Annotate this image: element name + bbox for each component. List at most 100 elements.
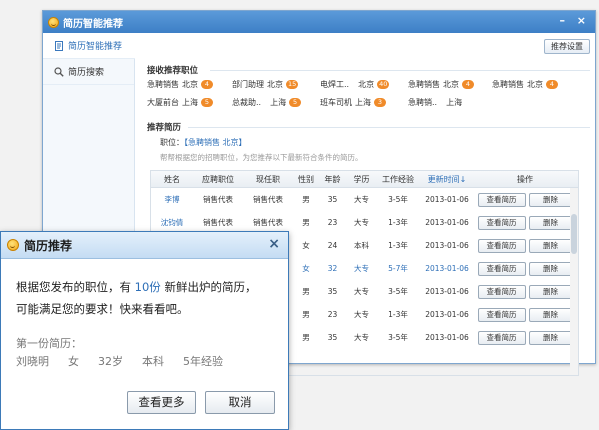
job-item[interactable]: 大厦前台 上海 5: [147, 97, 213, 108]
job-item[interactable]: 班车司机 上海 3: [320, 97, 386, 108]
view-resume-button[interactable]: 查看简历: [477, 330, 526, 345]
popup-close-button[interactable]: ×: [268, 236, 280, 252]
table-cell: 销售代表: [253, 218, 283, 227]
view-resume-button[interactable]: 查看简历: [477, 307, 526, 322]
table-cell: 24: [327, 241, 338, 250]
job-city: 北京: [527, 80, 543, 89]
job-city: 北京: [358, 80, 375, 89]
row-actions: 查看简历 删除: [475, 261, 575, 276]
delete-button[interactable]: 删除: [528, 307, 573, 322]
minimize-button[interactable]: –: [560, 14, 566, 27]
table-cell[interactable]: 沈钧倩: [151, 217, 193, 228]
view-resume-button[interactable]: 查看简历: [477, 238, 526, 253]
view-resume-button[interactable]: 查看简历: [477, 261, 526, 276]
message-text: 根据您发布的职位，有: [16, 280, 131, 294]
vertical-scrollbar[interactable]: [570, 188, 578, 375]
position-label: 职位：: [160, 138, 184, 147]
job-item[interactable]: 部门助理 北京 15: [232, 79, 299, 90]
table-cell: 女: [302, 264, 310, 273]
job-count-badge: 4: [462, 80, 474, 89]
col-header-current-job[interactable]: 现任职: [243, 174, 293, 185]
delete-button[interactable]: 删除: [528, 192, 573, 207]
row-actions: 查看简历 删除: [475, 330, 575, 345]
position-line: 职位：【急聘销售 北京】: [160, 137, 247, 148]
table-cell: 2013-01-06: [425, 195, 469, 204]
close-button[interactable]: ×: [577, 14, 586, 27]
resume-experience: 5年经验: [183, 355, 223, 368]
delete-button[interactable]: 删除: [528, 330, 573, 345]
popup-title-bar: 简历推荐 ×: [1, 232, 288, 259]
row-actions: 查看简历 删除: [475, 215, 575, 230]
job-title: 急聘销售: [408, 80, 440, 89]
first-resume-label: 第一份简历：: [16, 337, 82, 350]
table-cell: 大专: [354, 310, 369, 319]
table-cell: 35: [327, 333, 338, 342]
job-count-badge: 5: [201, 98, 213, 107]
job-count-badge: 4: [546, 80, 558, 89]
job-count-badge: 4: [201, 80, 213, 89]
position-value[interactable]: 【急聘销售 北京】: [184, 138, 247, 147]
job-item[interactable]: 急聘销售 北京 4: [147, 79, 213, 90]
app-logo-icon: [7, 239, 19, 251]
delete-button[interactable]: 删除: [528, 215, 573, 230]
row-actions: 查看简历 删除: [475, 307, 575, 322]
table-cell: 1-3年: [388, 241, 408, 250]
job-city: 北京: [443, 80, 459, 89]
table-cell: 23: [327, 310, 338, 319]
resume-recommend-popup: 简历推荐 × 根据您发布的职位，有 10份 新鲜出炉的简历， 可能满足您的要求！…: [0, 231, 289, 430]
job-item[interactable]: 急聘销.. 上海: [408, 97, 462, 108]
job-item[interactable]: 总裁助.. 上海 5: [232, 97, 302, 108]
recommended-resumes-title: 推荐简历: [147, 123, 182, 133]
table-cell: 男: [302, 287, 310, 296]
job-item[interactable]: 急聘销售 北京 4: [492, 79, 558, 90]
table-cell: 销售代表: [203, 195, 233, 204]
sidebar-item-label: 简历智能推荐: [68, 42, 123, 52]
row-actions: 查看简历 删除: [475, 284, 575, 299]
table-cell[interactable]: 李博: [151, 194, 193, 205]
job-title: 部门助理: [232, 80, 264, 89]
table-cell: 2013-01-06: [425, 333, 469, 342]
job-count-badge: 15: [286, 80, 299, 89]
first-resume-summary: 刘晓明 女 32岁 本科 5年经验: [16, 353, 242, 369]
received-jobs-title: 接收推荐职位: [147, 66, 199, 76]
view-resume-button[interactable]: 查看简历: [477, 215, 526, 230]
search-icon: [54, 66, 64, 77]
divider: [188, 127, 590, 128]
table-cell: 1-3年: [388, 218, 408, 227]
table-cell: 男: [302, 195, 310, 204]
table-cell: 23: [327, 218, 338, 227]
table-cell: 大专: [354, 218, 369, 227]
cancel-button[interactable]: 取消: [205, 391, 275, 414]
view-more-button[interactable]: 查看更多: [127, 391, 196, 414]
table-cell: 女: [302, 241, 310, 250]
job-item[interactable]: 电焊工.. 北京 40: [320, 79, 390, 90]
col-header-applied-position[interactable]: 应聘职位: [193, 174, 243, 185]
col-header-gender[interactable]: 性别: [293, 174, 319, 185]
col-header-age[interactable]: 年龄: [319, 174, 346, 185]
job-title: 急聘销..: [408, 98, 438, 107]
view-resume-button[interactable]: 查看简历: [477, 192, 526, 207]
sidebar-item-smart-recommend[interactable]: 简历智能推荐: [43, 33, 135, 59]
row-actions: 查看简历 删除: [475, 238, 575, 253]
sidebar-item-label: 简历搜索: [68, 68, 105, 78]
col-header-update-time[interactable]: 更新时间↓: [419, 174, 475, 185]
delete-button[interactable]: 删除: [528, 284, 573, 299]
job-item[interactable]: 急聘销售 北京 4: [408, 79, 474, 90]
job-title: 电焊工..: [320, 80, 350, 89]
delete-button[interactable]: 删除: [528, 238, 573, 253]
table-cell: 1-3年: [388, 310, 408, 319]
table-cell: 销售代表: [203, 218, 233, 227]
job-city: 北京: [267, 80, 283, 89]
col-header-experience[interactable]: 工作经验: [377, 174, 419, 185]
col-header-name[interactable]: 姓名: [151, 174, 193, 185]
delete-button[interactable]: 删除: [528, 261, 573, 276]
table-row[interactable]: 李博 销售代表 销售代表 男 35 大专 3-5年 2013-01-06 查看简历 删除: [151, 188, 578, 211]
table-cell: 大专: [354, 287, 369, 296]
job-city: 上海: [446, 98, 463, 107]
col-header-education[interactable]: 学历: [346, 174, 377, 185]
view-resume-button[interactable]: 查看简历: [477, 284, 526, 299]
sidebar-item-resume-search[interactable]: 简历搜索: [43, 59, 134, 85]
table-cell: 2013-01-06: [425, 264, 469, 273]
scrollbar-thumb[interactable]: [571, 214, 577, 254]
recommend-settings-button[interactable]: 推荐设置: [544, 39, 590, 54]
